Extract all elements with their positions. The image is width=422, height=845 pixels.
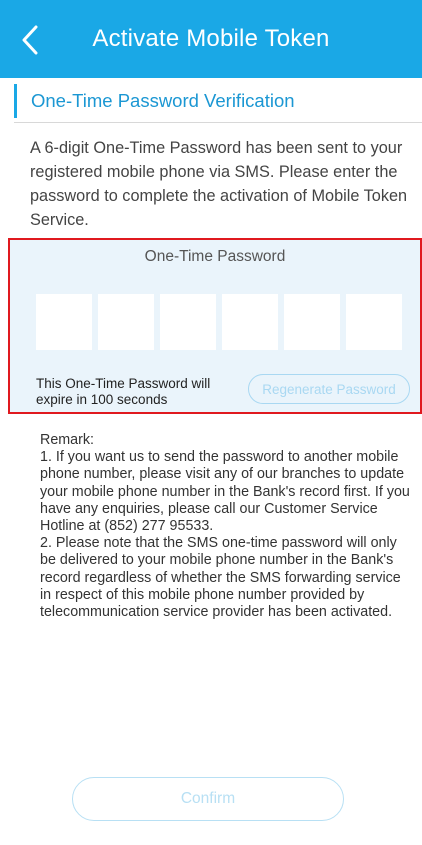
section-title: One-Time Password Verification (14, 84, 422, 118)
remark-heading: Remark: (40, 432, 95, 448)
divider (14, 122, 422, 123)
header-bar: Activate Mobile Token (0, 0, 422, 78)
otp-digit-3[interactable] (160, 294, 216, 350)
remark-block: Remark: 1. If you want us to send the pa… (40, 432, 410, 621)
otp-digit-2[interactable] (98, 294, 154, 350)
chevron-left-icon (22, 25, 38, 55)
otp-label: One-Time Password (144, 248, 286, 265)
back-button[interactable] (10, 18, 50, 62)
otp-digit-4[interactable] (222, 294, 278, 350)
otp-digit-6[interactable] (346, 294, 402, 350)
otp-input-group (36, 294, 402, 350)
intro-text: A 6-digit One-Time Password has been sen… (30, 139, 408, 229)
otp-expiry-text: This One-Time Password will expire in 10… (36, 376, 211, 407)
otp-panel: One-Time Password This One-Time Password… (8, 238, 422, 414)
activate-mobile-token-screen: Activate Mobile Token One-Time Password … (0, 0, 422, 845)
page-title: Activate Mobile Token (92, 25, 330, 52)
otp-digit-5[interactable] (284, 294, 340, 350)
remark-item-1: 1. If you want us to send the password t… (40, 449, 410, 535)
confirm-button[interactable]: Confirm (72, 777, 344, 821)
remark-item-2: 2. Please note that the SMS one-time pas… (40, 535, 401, 621)
regenerate-password-button[interactable]: Regenerate Password (248, 374, 410, 404)
otp-digit-1[interactable] (36, 294, 92, 350)
